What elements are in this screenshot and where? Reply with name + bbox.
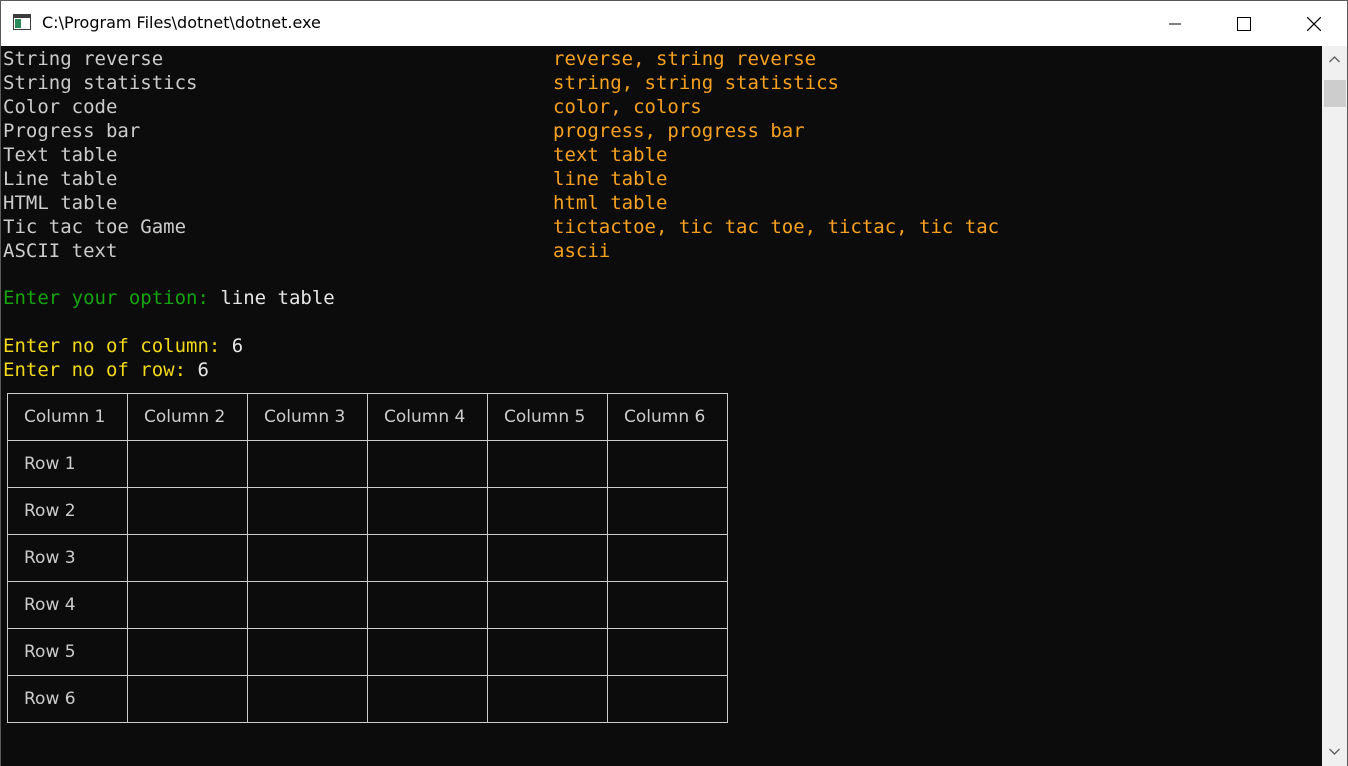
table-row: Row 6 — [7, 675, 728, 723]
table-cell — [487, 581, 608, 629]
table-cell — [487, 675, 608, 723]
scroll-up-button[interactable] — [1322, 46, 1347, 74]
table-cell — [367, 628, 488, 676]
console-output[interactable]: String reverse reverse, string reverse Str… — [1, 46, 1322, 766]
table-cell — [607, 534, 728, 582]
menu-item-aliases: line table — [553, 168, 668, 190]
table-cell — [487, 487, 608, 535]
menu-item-name: String reverse — [3, 48, 164, 70]
option-prompt-label: Enter your option: — [3, 287, 221, 309]
table-cell — [607, 628, 728, 676]
table-row: Row 1 — [7, 440, 728, 488]
table-cell — [367, 440, 488, 488]
table-cell — [367, 487, 488, 535]
table-cell — [607, 675, 728, 723]
table-header-row: Column 1 Column 2 Column 3 Column 4 Column 5… — [7, 393, 728, 441]
table-row: Row 4 — [7, 581, 728, 629]
line-table: Column 1 Column 2 Column 3 Column 4 Column 5… — [7, 393, 728, 723]
table-row: Row 2 — [7, 487, 728, 535]
rows-prompt-value: 6 — [197, 359, 209, 381]
table-header-cell: Column 5 — [487, 393, 608, 441]
minimize-icon — [1169, 23, 1181, 25]
menu-item-name: HTML table — [3, 192, 118, 214]
menu-item-aliases: string, string statistics — [553, 72, 839, 94]
rows-prompt-label: Enter no of row: — [3, 359, 198, 381]
title-bar[interactable]: C:\Program Files\dotnet\dotnet.exe — [1, 1, 1347, 46]
rows-prompt-line: Enter no of row: 6 — [3, 358, 209, 382]
vertical-scrollbar[interactable] — [1322, 46, 1347, 766]
scroll-thumb[interactable] — [1324, 80, 1346, 107]
columns-prompt-line: Enter no of column: 6 — [3, 334, 243, 358]
table-cell — [127, 534, 248, 582]
table-cell — [607, 440, 728, 488]
console-icon — [13, 14, 31, 30]
table-row: Row 3 — [7, 534, 728, 582]
menu-item-name: String statistics — [3, 72, 198, 94]
maximize-icon — [1237, 17, 1251, 31]
menu-item-name: Progress bar — [3, 120, 141, 142]
menu-item-aliases: html table — [553, 192, 668, 214]
menu-item-aliases: reverse, string reverse — [553, 48, 817, 70]
table-cell — [367, 675, 488, 723]
table-cell: Row 6 — [7, 675, 128, 723]
scroll-down-button[interactable] — [1322, 738, 1347, 766]
table-cell: Row 1 — [7, 440, 128, 488]
table-cell — [487, 628, 608, 676]
table-cell — [247, 675, 368, 723]
menu-item-aliases: ascii — [553, 240, 611, 262]
menu-item-aliases: tictactoe, tic tac toe, tictac, tic tac — [553, 216, 1000, 238]
table-cell — [247, 581, 368, 629]
menu-item-aliases: progress, progress bar — [553, 120, 805, 142]
table-cell — [127, 581, 248, 629]
table-header-cell: Column 2 — [127, 393, 248, 441]
table-cell — [487, 440, 608, 488]
table-cell — [607, 487, 728, 535]
table-cell — [247, 534, 368, 582]
menu-item-aliases: color, colors — [553, 96, 702, 118]
option-prompt-value: line table — [220, 287, 335, 309]
table-cell — [367, 581, 488, 629]
table-cell — [247, 487, 368, 535]
chevron-down-icon — [1329, 748, 1340, 755]
table-header-cell: Column 6 — [607, 393, 728, 441]
menu-item-aliases: text table — [553, 144, 668, 166]
minimize-button[interactable] — [1152, 1, 1198, 46]
table-cell — [607, 581, 728, 629]
table-cell: Row 4 — [7, 581, 128, 629]
window-title: C:\Program Files\dotnet\dotnet.exe — [42, 13, 321, 32]
table-cell — [487, 534, 608, 582]
table-cell — [127, 487, 248, 535]
table-header-cell: Column 1 — [7, 393, 128, 441]
table-header-cell: Column 3 — [247, 393, 368, 441]
table-cell: Row 5 — [7, 628, 128, 676]
maximize-button[interactable] — [1220, 1, 1266, 46]
close-icon — [1307, 17, 1321, 31]
columns-prompt-value: 6 — [231, 335, 244, 357]
table-cell — [127, 628, 248, 676]
close-button[interactable] — [1290, 1, 1336, 46]
console-window: C:\Program Files\dotnet\dotnet.exe Strin… — [0, 0, 1348, 766]
table-row: Row 5 — [7, 628, 728, 676]
table-header-cell: Column 4 — [367, 393, 488, 441]
menu-item-name: Line table — [3, 168, 118, 190]
menu-item-name: Tic tac toe Game — [3, 216, 187, 238]
table-cell — [127, 675, 248, 723]
option-prompt-line: Enter your option: line table — [3, 286, 335, 310]
table-cell — [367, 534, 488, 582]
table-cell — [247, 440, 368, 488]
table-cell: Row 2 — [7, 487, 128, 535]
table-cell: Row 3 — [7, 534, 128, 582]
chevron-up-icon — [1329, 56, 1340, 63]
menu-item-name: Color code — [3, 96, 118, 118]
table-cell — [127, 440, 248, 488]
columns-prompt-label: Enter no of column: — [3, 335, 232, 357]
menu-item-name: ASCII text — [3, 240, 118, 262]
menu-item-name: Text table — [3, 144, 118, 166]
table-cell — [247, 628, 368, 676]
